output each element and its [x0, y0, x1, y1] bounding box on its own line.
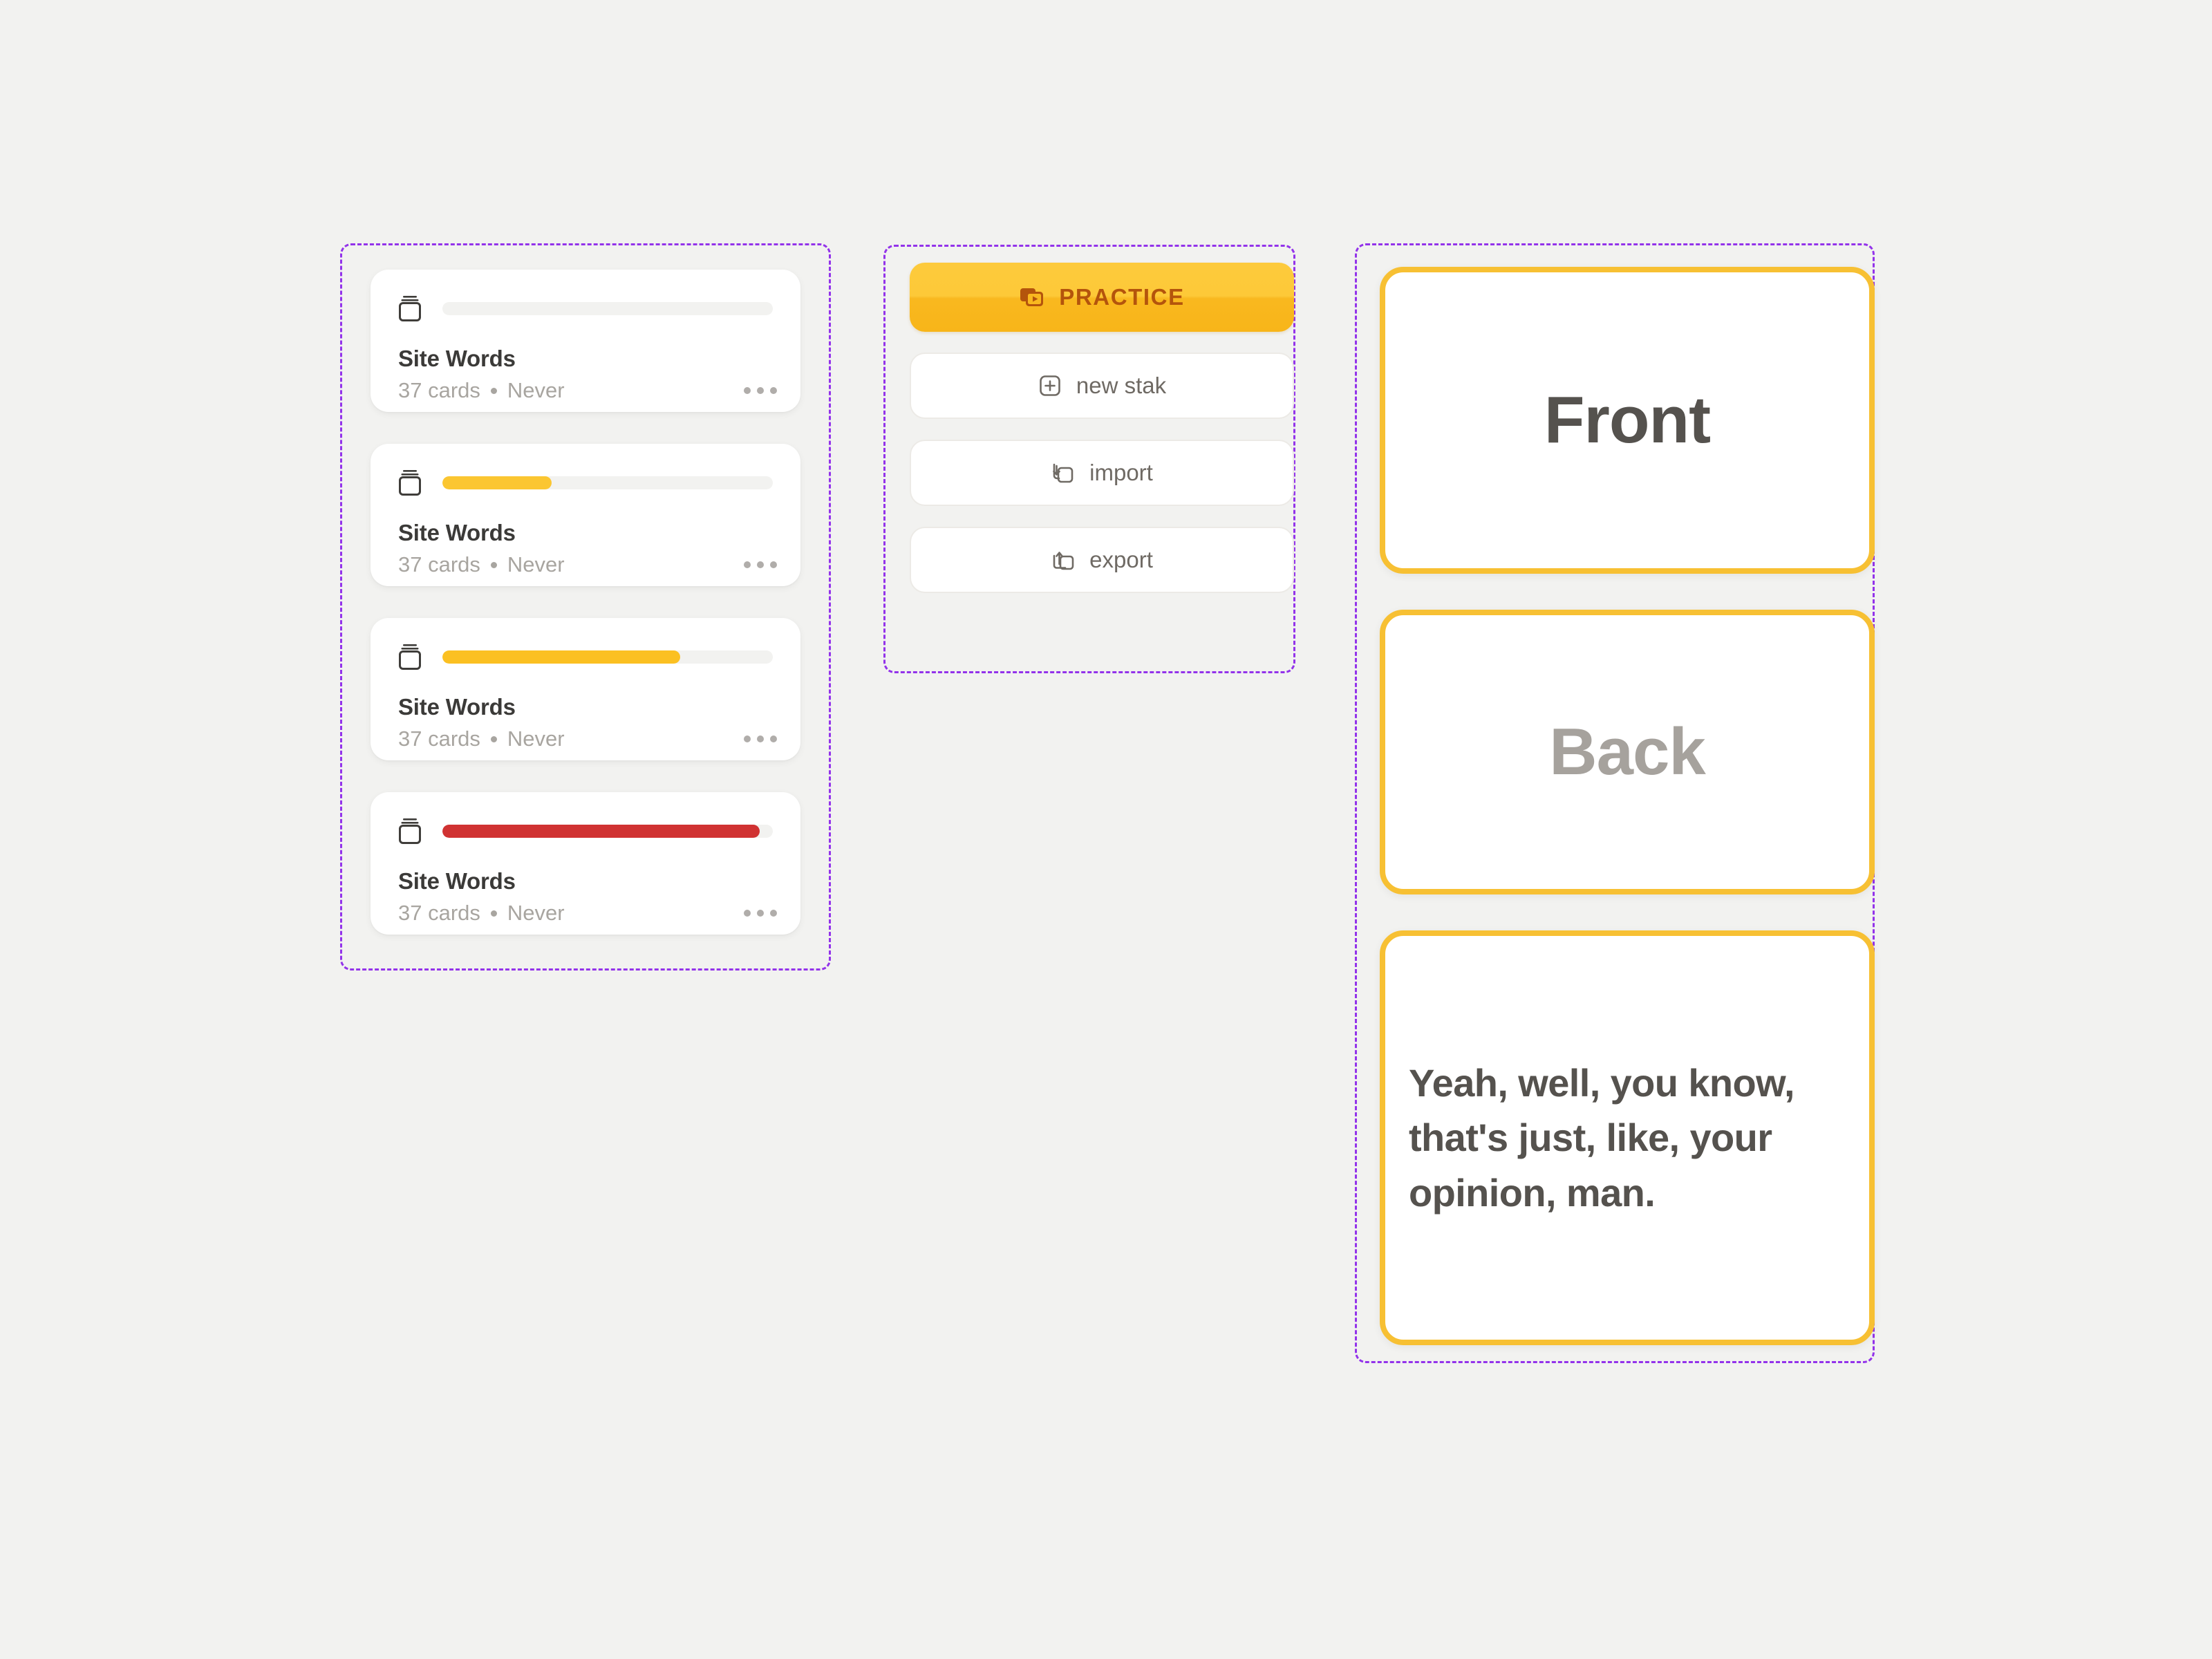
card-back-preview[interactable]: Back — [1380, 610, 1875, 894]
stack-progress-fill — [442, 476, 552, 489]
stack-card-header — [398, 817, 773, 845]
plus-square-icon — [1040, 375, 1060, 396]
dot-icon — [757, 735, 764, 742]
dot-icon — [744, 561, 751, 568]
stack-progress-track — [442, 301, 773, 315]
stack-card[interactable]: Site Words 37 cards Never — [371, 444, 800, 586]
export-button-label: export — [1089, 547, 1153, 572]
practice-button-label: PRACTICE — [1059, 284, 1185, 310]
dot-icon — [757, 561, 764, 568]
stack-last-practiced: Never — [507, 901, 565, 925]
meta-separator-dot — [490, 910, 497, 917]
import-button[interactable]: import — [910, 440, 1294, 506]
stack-progress-fill — [442, 650, 681, 664]
stack-meta: 37 cards Never — [398, 727, 773, 751]
card-filled-preview[interactable]: Yeah, well, you know, that's just, like,… — [1380, 930, 1875, 1345]
stack-progress-track — [442, 650, 773, 664]
dot-icon — [744, 735, 751, 742]
card-stack-icon — [399, 296, 421, 321]
stack-more-menu-button[interactable] — [744, 910, 777, 917]
stack-last-practiced: Never — [507, 378, 565, 402]
stack-card[interactable]: Site Words 37 cards Never — [371, 270, 800, 412]
design-canvas: Site Words 37 cards Never Site Words 37 … — [0, 0, 2212, 1659]
stack-card-count: 37 cards — [398, 378, 480, 402]
stack-more-menu-button[interactable] — [744, 387, 777, 394]
actions-panel: PRACTICE new stak import export — [910, 263, 1294, 593]
card-front-placeholder: Front — [1544, 383, 1711, 457]
card-preview-panel: Front Back Yeah, well, you know, that's … — [1380, 267, 1875, 1345]
card-filled-text: Yeah, well, you know, that's just, like,… — [1409, 1060, 1795, 1215]
stack-meta: 37 cards Never — [398, 552, 773, 577]
dot-icon — [770, 561, 777, 568]
dot-icon — [744, 387, 751, 394]
stack-title: Site Words — [398, 346, 516, 371]
stack-last-practiced: Never — [507, 552, 565, 577]
dot-icon — [757, 387, 764, 394]
stack-progress-track — [442, 476, 773, 489]
stack-card-count: 37 cards — [398, 727, 480, 751]
card-front-preview[interactable]: Front — [1380, 267, 1875, 574]
stack-card[interactable]: Site Words 37 cards Never — [371, 618, 800, 760]
stack-title: Site Words — [398, 868, 516, 894]
practice-button[interactable]: PRACTICE — [910, 263, 1294, 332]
stack-list: Site Words 37 cards Never Site Words 37 … — [371, 270, 800, 935]
stack-progress-fill — [442, 824, 760, 838]
meta-separator-dot — [490, 561, 497, 568]
meta-separator-dot — [490, 387, 497, 394]
play-stack-icon — [1020, 288, 1044, 306]
stack-last-practiced: Never — [507, 727, 565, 751]
card-stack-icon — [399, 644, 421, 670]
stack-card-count: 37 cards — [398, 552, 480, 577]
stack-title: Site Words — [398, 694, 516, 720]
stack-card-header — [398, 643, 773, 671]
stack-card-count: 37 cards — [398, 901, 480, 925]
card-stack-icon — [399, 818, 421, 844]
dot-icon — [770, 735, 777, 742]
stack-meta: 37 cards Never — [398, 378, 773, 403]
new-stack-button-label: new stak — [1076, 373, 1167, 398]
card-stack-icon — [399, 470, 421, 496]
export-button[interactable]: export — [910, 527, 1294, 593]
dot-icon — [757, 910, 764, 917]
export-upload-icon — [1053, 552, 1074, 570]
card-back-placeholder: Back — [1549, 715, 1705, 789]
import-download-icon — [1053, 463, 1074, 483]
import-button-label: import — [1089, 460, 1153, 485]
stack-more-menu-button[interactable] — [744, 735, 777, 742]
dot-icon — [770, 910, 777, 917]
new-stack-button[interactable]: new stak — [910, 353, 1294, 419]
meta-separator-dot — [490, 735, 497, 742]
stack-card-header — [398, 294, 773, 322]
stack-more-menu-button[interactable] — [744, 561, 777, 568]
stack-progress-track — [442, 824, 773, 838]
stack-card[interactable]: Site Words 37 cards Never — [371, 792, 800, 935]
dot-icon — [744, 910, 751, 917]
stack-title: Site Words — [398, 520, 516, 545]
stack-card-header — [398, 469, 773, 496]
dot-icon — [770, 387, 777, 394]
stack-meta: 37 cards Never — [398, 901, 773, 926]
